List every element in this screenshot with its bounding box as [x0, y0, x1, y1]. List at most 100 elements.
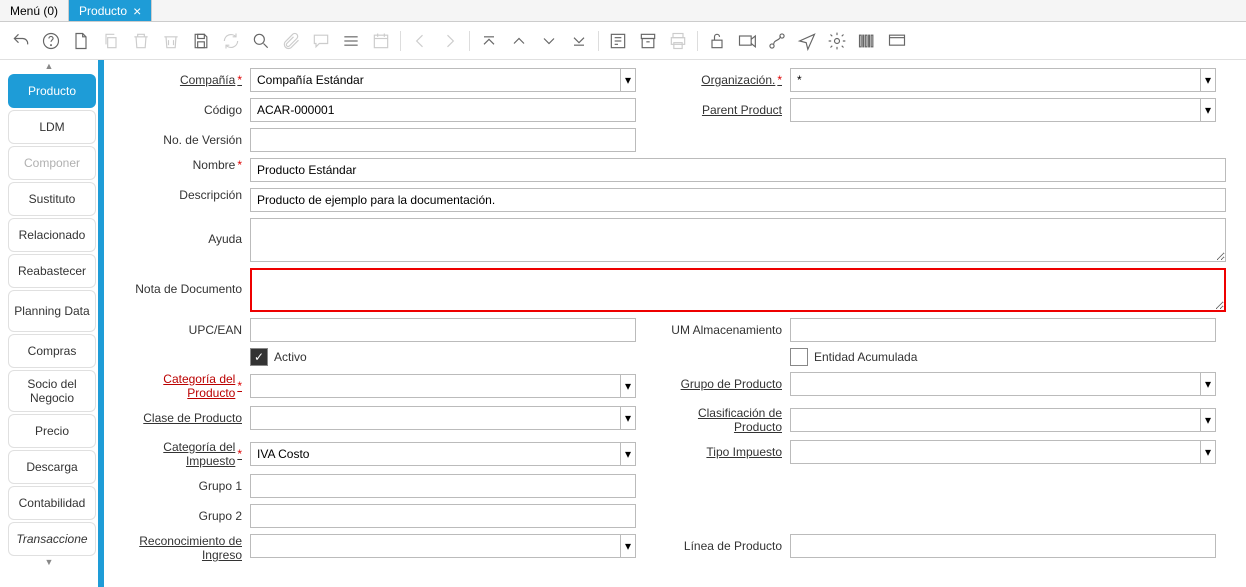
input-organizacion[interactable] [790, 68, 1200, 92]
sidebar-item-contabilidad[interactable]: Contabilidad [8, 486, 96, 520]
input-um[interactable] [790, 318, 1216, 342]
textarea-nota[interactable] [250, 268, 1226, 312]
up-icon[interactable] [508, 30, 530, 52]
label-organizacion: Organización. [656, 73, 790, 87]
refresh-icon [220, 30, 242, 52]
sidebar-item-descarga[interactable]: Descarga [8, 450, 96, 484]
first-icon[interactable] [478, 30, 500, 52]
label-grupo1: Grupo 1 [116, 479, 250, 493]
gear-icon[interactable] [826, 30, 848, 52]
label-compania: Compañía [116, 73, 250, 87]
textarea-ayuda[interactable] [250, 218, 1226, 262]
label-um: UM Almacenamiento [656, 323, 790, 337]
screen-icon[interactable] [886, 30, 908, 52]
send-icon[interactable] [796, 30, 818, 52]
close-icon[interactable]: × [133, 3, 141, 19]
label-activo: Activo [274, 350, 307, 364]
sidebar-item-producto[interactable]: Producto [8, 74, 96, 108]
chevron-down-icon[interactable]: ▾ [1200, 68, 1216, 92]
combo-grupo-producto[interactable]: ▾ [790, 372, 1216, 396]
chevron-down-icon[interactable]: ▾ [620, 406, 636, 430]
input-clasificacion-producto[interactable] [790, 408, 1200, 432]
combo-parent[interactable]: ▾ [790, 98, 1216, 122]
calendar-icon [370, 30, 392, 52]
combo-clasificacion-producto[interactable]: ▾ [790, 408, 1216, 432]
checkbox-entidad[interactable] [790, 348, 808, 366]
sidebar-item-sustituto[interactable]: Sustituto [8, 182, 96, 216]
print-icon [667, 30, 689, 52]
delete-icon [130, 30, 152, 52]
input-nombre[interactable] [250, 158, 1226, 182]
chevron-down-icon[interactable]: ▾ [1200, 408, 1216, 432]
new-icon[interactable] [70, 30, 92, 52]
barcode-icon[interactable] [856, 30, 878, 52]
combo-categoria-producto[interactable]: ▾ [250, 374, 636, 398]
archive-icon[interactable] [637, 30, 659, 52]
scroll-up-icon[interactable]: ▲ [0, 60, 98, 72]
chevron-down-icon[interactable]: ▾ [1200, 372, 1216, 396]
checkbox-activo[interactable]: ✓ [250, 348, 268, 366]
input-version[interactable] [250, 128, 636, 152]
combo-reconocimiento[interactable]: ▾ [250, 534, 636, 558]
search-icon[interactable] [250, 30, 272, 52]
label-tipo-impuesto: Tipo Impuesto [656, 445, 790, 459]
report-icon[interactable] [607, 30, 629, 52]
label-categoria-impuesto: Categoría del Impuesto [116, 440, 250, 468]
chevron-down-icon[interactable]: ▾ [620, 534, 636, 558]
input-clase-producto[interactable] [250, 406, 620, 430]
input-reconocimiento[interactable] [250, 534, 620, 558]
input-linea-producto[interactable] [790, 534, 1216, 558]
toggle-icon[interactable] [340, 30, 362, 52]
last-icon[interactable] [568, 30, 590, 52]
zoom-icon[interactable] [736, 30, 758, 52]
toolbar [0, 22, 1246, 60]
sidebar-item-socio[interactable]: Socio del Negocio [8, 370, 96, 412]
lock-icon[interactable] [706, 30, 728, 52]
label-linea-producto: Línea de Producto [656, 539, 790, 553]
combo-organizacion[interactable]: ▾ [790, 68, 1216, 92]
label-clasificacion-producto: Clasificación de Producto [656, 406, 790, 434]
input-grupo2[interactable] [250, 504, 636, 528]
sidebar-item-componentes[interactable]: Componer [8, 146, 96, 180]
chevron-down-icon[interactable]: ▾ [1200, 98, 1216, 122]
sidebar-item-planning[interactable]: Planning Data [8, 290, 96, 332]
input-tipo-impuesto[interactable] [790, 440, 1200, 464]
tab-menu[interactable]: Menú (0) [0, 0, 69, 21]
combo-tipo-impuesto[interactable]: ▾ [790, 440, 1216, 464]
sidebar-item-ldm[interactable]: LDM [8, 110, 96, 144]
chevron-down-icon[interactable]: ▾ [1200, 440, 1216, 464]
scroll-down-icon[interactable]: ▼ [0, 556, 98, 568]
input-categoria-producto[interactable] [250, 374, 620, 398]
chevron-down-icon[interactable]: ▾ [620, 442, 636, 466]
combo-categoria-impuesto[interactable]: ▾ [250, 442, 636, 466]
input-grupo1[interactable] [250, 474, 636, 498]
input-categoria-impuesto[interactable] [250, 442, 620, 466]
help-icon[interactable] [40, 30, 62, 52]
save-icon[interactable] [190, 30, 212, 52]
input-codigo[interactable] [250, 98, 636, 122]
sidebar: ▲ Producto LDM Componer Sustituto Relaci… [0, 60, 98, 587]
combo-compania[interactable]: ▾ [250, 68, 636, 92]
tab-producto[interactable]: Producto × [69, 0, 152, 21]
label-codigo: Código [116, 103, 250, 117]
combo-clase-producto[interactable]: ▾ [250, 406, 636, 430]
input-upc[interactable] [250, 318, 636, 342]
sidebar-item-compras[interactable]: Compras [8, 334, 96, 368]
sidebar-item-reabastecer[interactable]: Reabastecer [8, 254, 96, 288]
workflow-icon[interactable] [766, 30, 788, 52]
down-icon[interactable] [538, 30, 560, 52]
input-parent[interactable] [790, 98, 1200, 122]
sidebar-item-precio[interactable]: Precio [8, 414, 96, 448]
chevron-down-icon[interactable]: ▾ [620, 374, 636, 398]
form-content: Compañía ▾ Organización. ▾ Código [104, 60, 1246, 587]
input-descripcion[interactable] [250, 188, 1226, 212]
sidebar-item-relacionado[interactable]: Relacionado [8, 218, 96, 252]
chevron-down-icon[interactable]: ▾ [620, 68, 636, 92]
input-compania[interactable] [250, 68, 620, 92]
sidebar-item-transacciones[interactable]: Transaccione [8, 522, 96, 556]
label-categoria-producto: Categoría del Producto [116, 372, 250, 400]
undo-icon[interactable] [10, 30, 32, 52]
label-clase-producto: Clase de Producto [116, 411, 250, 425]
input-grupo-producto[interactable] [790, 372, 1200, 396]
delete-selection-icon [160, 30, 182, 52]
